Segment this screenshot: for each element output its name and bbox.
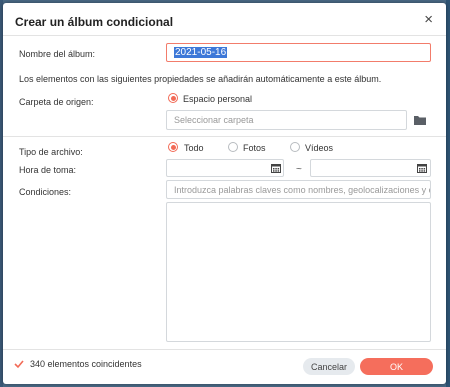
ok-button[interactable]: OK xyxy=(360,358,433,375)
folder-select-placeholder: Seleccionar carpeta xyxy=(174,115,254,125)
conditional-album-dialog: Crear un álbum condicional × Nombre del … xyxy=(3,3,446,384)
radio-photos[interactable] xyxy=(228,142,238,152)
radio-personal-space-label: Espacio personal xyxy=(183,94,253,104)
radio-personal-space[interactable] xyxy=(168,93,178,103)
album-name-input[interactable]: 2021-05-16 xyxy=(166,43,431,62)
match-count: 340 elementos coincidentes xyxy=(30,359,142,369)
date-range-separator: ~ xyxy=(296,164,302,175)
conditions-tag-area[interactable] xyxy=(166,202,431,342)
album-name-label: Nombre del álbum: xyxy=(19,49,96,59)
start-date-input[interactable] xyxy=(166,159,284,177)
cancel-button[interactable]: Cancelar xyxy=(303,358,355,375)
end-date-input[interactable] xyxy=(310,159,431,177)
folder-icon[interactable] xyxy=(413,113,427,127)
dialog-title: Crear un álbum condicional xyxy=(15,15,174,29)
background-right-edge xyxy=(446,0,450,387)
check-icon xyxy=(14,360,24,369)
radio-videos-label: Vídeos xyxy=(305,143,334,153)
conditions-label: Condiciones: xyxy=(19,187,72,197)
header-divider xyxy=(3,35,446,36)
folder-select-input[interactable]: Seleccionar carpeta xyxy=(166,110,407,130)
album-name-value: 2021-05-16 xyxy=(174,47,228,58)
close-icon[interactable]: × xyxy=(424,12,433,28)
info-text: Los elementos con las siguientes propied… xyxy=(19,74,382,84)
footer-divider xyxy=(3,349,446,350)
radio-photos-label: Fotos xyxy=(243,143,266,153)
calendar-icon[interactable] xyxy=(271,163,281,173)
file-type-label: Tipo de archivo: xyxy=(19,147,83,157)
conditions-input[interactable]: Introduzca palabras claves como nombres,… xyxy=(166,180,431,199)
section-divider xyxy=(3,136,446,137)
capture-time-label: Hora de toma: xyxy=(19,165,77,175)
calendar-icon[interactable] xyxy=(417,163,427,173)
radio-videos[interactable] xyxy=(290,142,300,152)
conditions-placeholder: Introduzca palabras claves como nombres,… xyxy=(174,184,430,195)
radio-all-label: Todo xyxy=(184,143,204,153)
source-folder-label: Carpeta de origen: xyxy=(19,97,94,107)
radio-all[interactable] xyxy=(168,142,178,152)
